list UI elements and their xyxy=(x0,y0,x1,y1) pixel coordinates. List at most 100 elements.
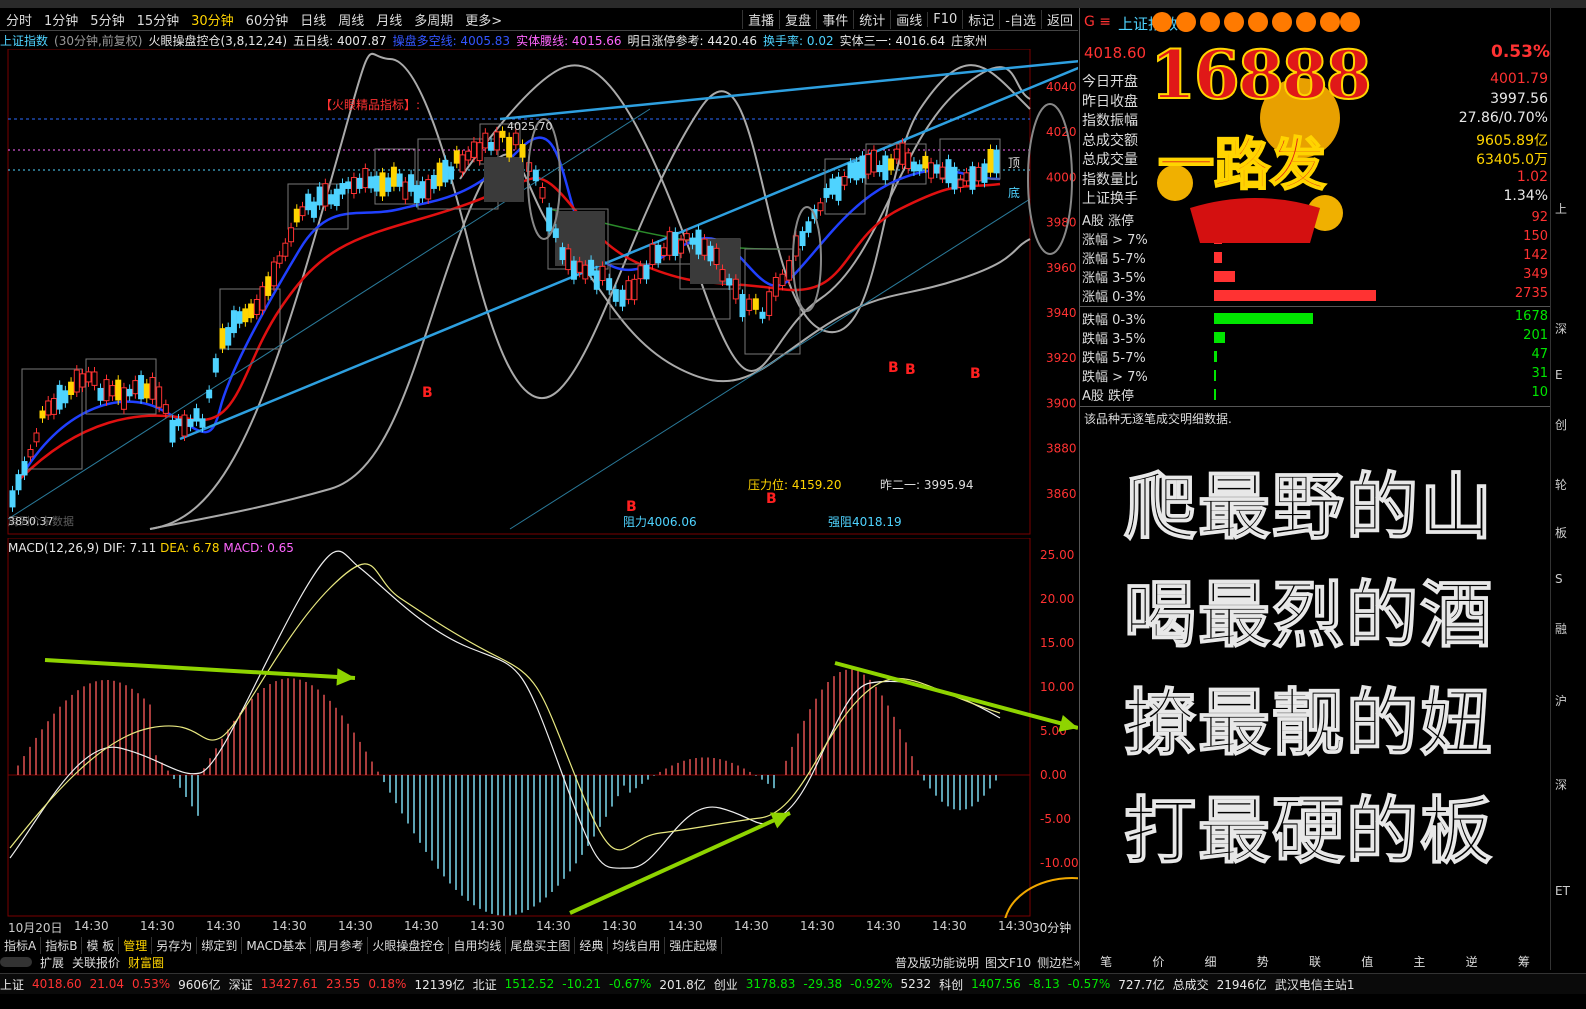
edge-label[interactable]: 创 xyxy=(1555,416,1567,433)
candle-body xyxy=(242,308,249,323)
dist-value: 349 xyxy=(1523,267,1548,282)
edge-label[interactable]: ET xyxy=(1555,884,1570,898)
indicator-tab[interactable]: 尾盘买主图 xyxy=(506,936,576,954)
main-kline-chart[interactable]: 4040402040003980396039403920390038803860… xyxy=(0,49,1078,536)
extension-tab[interactable]: 关联报价 xyxy=(68,954,124,971)
edge-label[interactable]: 上 xyxy=(1555,200,1567,217)
toolbar-button[interactable]: 事件 xyxy=(816,9,853,29)
dist-value: 2735 xyxy=(1514,286,1548,301)
indicator-tab[interactable]: 绑定到 xyxy=(197,936,243,954)
candle-body xyxy=(442,159,449,183)
macd-chart[interactable]: 25.0020.0015.0010.005.000.00-5.00-10.00 xyxy=(0,538,1078,918)
indicator-tab[interactable]: 强庄起爆 xyxy=(665,936,723,954)
down-dist-row: 跌幅 0-3% 1678 xyxy=(1082,309,1552,328)
candle-body xyxy=(835,176,842,201)
indicator-name[interactable]: 火眼操盘控仓(3,8,12,24) xyxy=(148,32,287,49)
period-tab[interactable]: 周线 xyxy=(332,10,370,29)
macd-title[interactable]: MACD(12,26,9) xyxy=(8,541,99,555)
toolbar-button[interactable]: 画线 xyxy=(890,9,927,29)
toolbar-button[interactable]: -自选 xyxy=(999,9,1041,29)
panel-tab[interactable]: 势 xyxy=(1257,953,1269,970)
x-tick-label: 14:30 xyxy=(668,919,703,933)
edge-label[interactable]: 沪 xyxy=(1555,692,1567,709)
period-tab[interactable]: 月线 xyxy=(370,10,408,29)
panel-tab[interactable]: 筹 xyxy=(1518,953,1530,970)
panel-tab[interactable]: 逆 xyxy=(1466,953,1478,970)
toolbar-button[interactable]: 复盘 xyxy=(779,9,816,29)
period-tab[interactable]: 日线 xyxy=(294,10,332,29)
status-item: 1512.52 xyxy=(504,977,555,991)
candle-body xyxy=(465,150,472,161)
indicator-tab[interactable]: 火眼操盘控仓 xyxy=(368,936,450,954)
edge-label[interactable]: S xyxy=(1555,572,1563,586)
period-tab[interactable]: 30分钟 xyxy=(185,10,240,29)
extension-tab[interactable]: 财富圈 xyxy=(124,954,168,971)
candle-body xyxy=(643,264,650,280)
toolbar-button[interactable]: 返回 xyxy=(1040,9,1078,29)
indicator-tab[interactable]: 另存为 xyxy=(152,936,198,954)
bottom-link[interactable]: 侧边栏» xyxy=(1037,954,1080,971)
bottom-link[interactable]: 图文F10 xyxy=(985,954,1031,971)
panel-tab[interactable]: 联 xyxy=(1309,953,1321,970)
panel-tab[interactable]: 细 xyxy=(1205,953,1217,970)
stat-value: 4001.79 xyxy=(1490,71,1548,87)
chart-toolbar: 直播 复盘 事件 统计 画线 F10 标记 -自选 返回 xyxy=(742,8,1078,30)
toggle-switch[interactable] xyxy=(0,957,32,967)
candle-body xyxy=(539,186,546,199)
indicator-tab[interactable]: 自用均线 xyxy=(449,936,507,954)
edge-label[interactable]: 融 xyxy=(1555,620,1567,637)
indicator-tab[interactable]: MACD基本 xyxy=(242,936,312,954)
edge-label[interactable]: 深 xyxy=(1555,320,1567,337)
dist-bar-up xyxy=(1214,252,1223,263)
status-item: 深证 xyxy=(228,977,253,992)
panel-tab[interactable]: 价 xyxy=(1152,953,1164,970)
candle-body xyxy=(316,186,323,206)
indicator-tab[interactable]: 模 板 xyxy=(82,936,120,954)
indicator-tab[interactable]: 周月参考 xyxy=(311,936,369,954)
candle-body xyxy=(236,311,243,324)
edge-label[interactable]: 轮 xyxy=(1555,476,1567,493)
edge-label[interactable]: E xyxy=(1555,368,1563,382)
toolbar-button[interactable]: 统计 xyxy=(853,9,890,29)
buy-signal-b: B xyxy=(626,499,637,515)
status-item: 21946亿 xyxy=(1216,977,1267,992)
period-tab[interactable]: 1分钟 xyxy=(38,10,84,29)
panel-tab[interactable]: 笔 xyxy=(1100,953,1112,970)
candle-body xyxy=(916,164,923,172)
period-tab[interactable]: 60分钟 xyxy=(240,10,295,29)
indicator-tab[interactable]: 均线自用 xyxy=(608,936,666,954)
extension-tab[interactable]: 扩展 xyxy=(36,954,68,971)
candle-body xyxy=(739,294,746,318)
axis-period-label[interactable]: 30分钟 xyxy=(1032,919,1071,936)
edge-label[interactable]: 板 xyxy=(1555,524,1567,541)
indicator-tab[interactable]: 经典 xyxy=(575,936,609,954)
panel-tab[interactable]: 主 xyxy=(1413,953,1425,970)
down-dist-row: 跌幅 > 7% 31 xyxy=(1082,366,1552,385)
indicator-tab[interactable]: 管理 xyxy=(119,936,153,954)
period-tab[interactable]: 5分钟 xyxy=(84,10,130,29)
panel-tab[interactable]: 值 xyxy=(1361,953,1373,970)
panel-change-pct: 0.53% xyxy=(1491,42,1550,62)
candle-body xyxy=(265,276,272,296)
edge-label[interactable]: 深 xyxy=(1555,776,1567,793)
period-tab[interactable]: 分时 xyxy=(0,10,38,29)
period-tab[interactable]: 多周期 xyxy=(408,10,459,29)
period-tab[interactable]: 15分钟 xyxy=(131,10,186,29)
macd-y-tick: 15.00 xyxy=(1040,636,1074,650)
more-indicator: 庄家州 xyxy=(951,33,988,48)
down-dist-row: 跌幅 3-5% 201 xyxy=(1082,328,1552,347)
candle-body xyxy=(126,388,133,397)
status-item: 上证 xyxy=(0,977,25,992)
period-tab[interactable]: 更多> xyxy=(459,10,508,29)
toolbar-button[interactable]: 直播 xyxy=(742,9,779,29)
toolbar-button[interactable]: 标记 xyxy=(962,9,999,29)
ctrl-line-value: 操盘多空线: 4005.83 xyxy=(392,33,511,48)
indicator-tab[interactable]: 指标A xyxy=(0,936,42,954)
bottom-link[interactable]: 普及版功能说明 xyxy=(895,954,979,971)
pressure-label: 压力位: 4159.20 xyxy=(748,477,841,492)
candle-body xyxy=(612,289,619,302)
buy-signal-b: B xyxy=(970,366,981,382)
indicator-tab[interactable]: 指标B xyxy=(41,936,83,954)
toolbar-button[interactable]: F10 xyxy=(927,11,962,27)
index-name[interactable]: 上证指数 xyxy=(0,32,48,49)
